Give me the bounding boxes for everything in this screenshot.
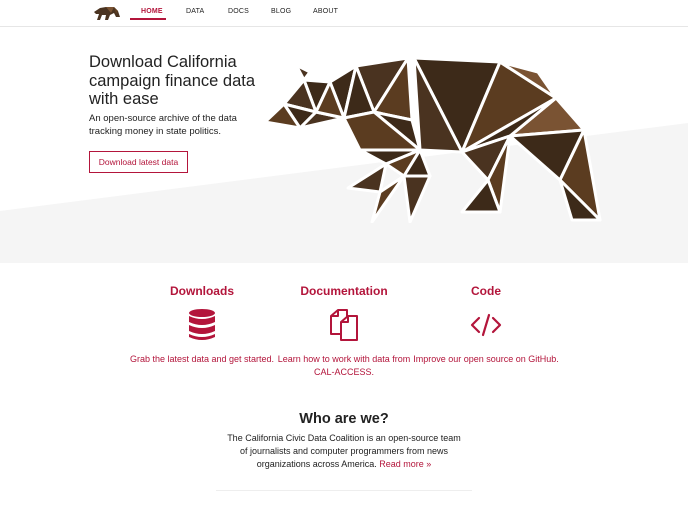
read-more-link[interactable]: Read more » <box>379 459 431 469</box>
feature-documentation[interactable]: Documentation Learn how to work with dat… <box>269 284 419 379</box>
feature-text[interactable]: Learn how to work with data from CAL-ACC… <box>269 353 419 379</box>
nav-active-underline <box>130 18 166 20</box>
feature-text[interactable]: Improve our open source on GitHub. <box>411 353 561 366</box>
section-divider <box>216 490 472 491</box>
feature-title[interactable]: Code <box>411 284 561 298</box>
nav-docs[interactable]: DOCS <box>228 8 249 15</box>
hero-section: Download California campaign finance dat… <box>0 27 688 263</box>
code-icon[interactable] <box>470 308 502 342</box>
feature-downloads[interactable]: Downloads Grab the latest data and get s… <box>127 284 277 366</box>
nav-data[interactable]: DATA <box>186 8 204 15</box>
hero-subtitle: An open-source archive of the data track… <box>89 113 237 137</box>
documents-icon[interactable] <box>328 308 360 342</box>
database-icon[interactable] <box>186 308 218 342</box>
who-text: The California Civic Data Coalition is a… <box>224 432 464 471</box>
feature-code[interactable]: Code Improve our open source on GitHub. <box>411 284 561 366</box>
who-title: Who are we? <box>299 411 389 427</box>
bear-logo-icon[interactable] <box>92 3 122 23</box>
nav-home[interactable]: HOME <box>141 8 163 15</box>
feature-text[interactable]: Grab the latest data and get started. <box>127 353 277 366</box>
nav-about[interactable]: ABOUT <box>313 8 338 15</box>
nav-blog[interactable]: BLOG <box>271 8 291 15</box>
hero-title: Download California campaign finance dat… <box>89 53 256 108</box>
top-nav: HOME DATA DOCS BLOG ABOUT <box>0 0 688 27</box>
download-latest-button[interactable]: Download latest data <box>89 151 188 173</box>
feature-title[interactable]: Documentation <box>269 284 419 298</box>
bear-illustration-icon <box>263 56 602 223</box>
feature-title[interactable]: Downloads <box>127 284 277 298</box>
